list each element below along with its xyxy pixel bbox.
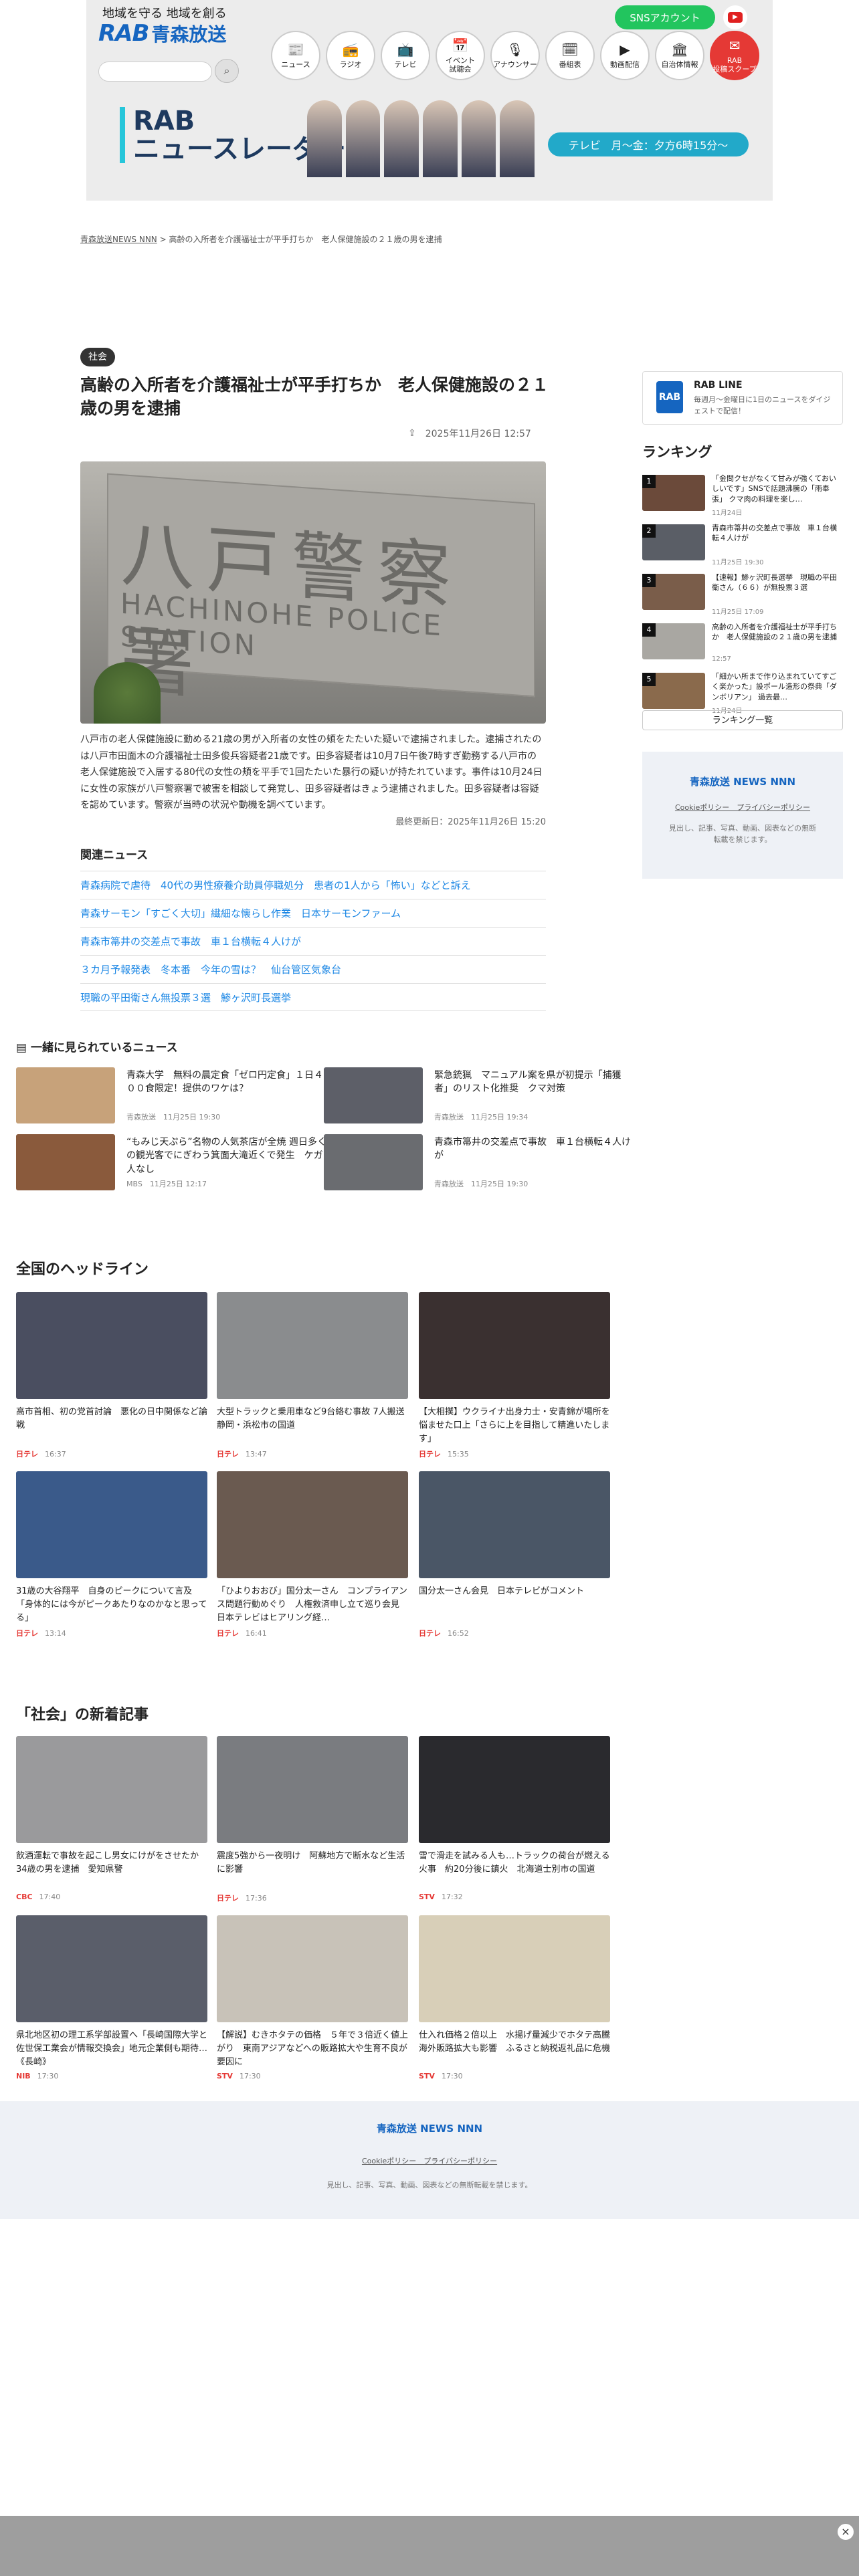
sidebar-footer: 青森放送 NEWS NNN Cookieポリシー プライバシーポリシー 見出し、… — [642, 752, 843, 879]
site-header: 地域を守る 地域を創る RAB 青森放送 ⌕ SNSアカウント ▶ 📰 ニュース … — [86, 0, 773, 201]
headline-card[interactable]: 31歳の大谷翔平 自身のピークについて言及「身体的には今がピークあたりなのかなと… — [16, 1471, 207, 1638]
breadcrumb-separator: > — [159, 235, 167, 244]
related-news-item[interactable]: ３カ月予報発表 冬本番 今年の雪は？ 仙台管区気象台 — [80, 955, 546, 983]
sidebar-copyright: 見出し、記事、写真、動画、図表などの無断転載を禁じます。 — [669, 824, 816, 844]
anchor-photos — [307, 100, 535, 177]
ranking-item[interactable]: 1 「金問クセがなくて甘みが強くておいしいです」SNSで話題沸騰の「雨奉張」 クマ… — [642, 472, 843, 519]
sidebar-footer-logo[interactable]: 青森放送 NEWS NNN — [642, 774, 843, 788]
nav-program-guide[interactable]: 🗓 番組表 — [545, 31, 595, 80]
logo-latin: RAB — [98, 20, 149, 47]
ranking-heading: ランキング — [642, 444, 712, 460]
related-news-item[interactable]: 青森サーモン「すごく大切」繊細な懐らし作業 日本サーモンファーム — [80, 899, 546, 927]
article-updated: 最終更新日：2025年11月26日 15:20 — [395, 817, 546, 827]
nav-video[interactable]: ▶ 動画配信 — [600, 31, 650, 80]
line-logo: RAB — [656, 381, 683, 413]
social-card[interactable]: 雪で滑走を試みる人も…トラックの荷台が燃える火事 約20分後に鎮火 北海道士別市… — [419, 1736, 610, 1901]
footer-copyright: 見出し、記事、写真、動画、図表などの無断転載を禁じます。 — [326, 2181, 533, 2189]
headline-card[interactable]: 「ひよりおおび」国分太一さん コンプライアンス問題行動めぐり 人権救済申し立て巡… — [217, 1471, 408, 1638]
news-icon: 📰 — [287, 41, 304, 58]
banner-schedule: テレビ 月〜金：夕方6時15分〜 — [548, 132, 749, 156]
nav-radio[interactable]: 📻 ラジオ — [326, 31, 375, 80]
ranking-item[interactable]: 2 青森市箒井の交差点で事故 車１台横転４人けが 11月25日 19:30 — [642, 522, 843, 568]
related-news-heading: 関連ニュース — [80, 849, 149, 862]
search-input[interactable] — [98, 62, 212, 82]
social-card[interactable]: 飲酒運転で事故を起こし男女にけがをさせたか 34歳の男を逮捕 愛知県警 CBC 17… — [16, 1736, 207, 1901]
main-nav: 📰 ニュース 📻 ラジオ 📺 テレビ 📅 イベント 試聴会 🎙 アナウンサー 🗓 番組表 ▶… — [271, 31, 759, 80]
footer-logo[interactable]: 青森放送 NEWS NNN — [0, 2121, 859, 2135]
category-badge[interactable]: 社会 — [80, 348, 115, 366]
breadcrumb: 青森放送NEWS NNN > 高齢の入所者を介護福祉士が平手打ちか 老人保健施設… — [80, 233, 442, 245]
ranking-item[interactable]: 3 【速報】鯵ヶ沢町長選挙 現職の平田衛さん（６６）が無投票３選 11月25日 17… — [642, 571, 843, 618]
tv-icon: 📺 — [397, 41, 414, 58]
logo-kanji: 青森放送 — [151, 23, 227, 45]
calendar-icon: 📅 — [452, 37, 469, 53]
line-title: RAB LINE — [694, 380, 743, 391]
breadcrumb-root[interactable]: 青森放送NEWS NNN — [80, 235, 157, 244]
nav-scoop[interactable]: ✉ RAB 投稿スクープ — [710, 31, 759, 80]
close-icon[interactable]: × — [838, 2524, 854, 2540]
social-card[interactable]: 【解説】むきホタテの価格 ５年で３倍近く値上がり 東南アジアなどへの販路拡大や生… — [217, 1915, 408, 2080]
article-date: 2025年11月26日 12:57 — [425, 429, 531, 439]
radio-icon: 📻 — [342, 41, 359, 58]
line-promo[interactable]: RAB RAB LINE 毎週月〜金曜日に1日のニュースをダイジェストで配信！ — [642, 371, 843, 425]
ranking-more-button[interactable]: ランキング一覧 — [642, 710, 843, 730]
sidebar-policy-links[interactable]: Cookieポリシー プライバシーポリシー — [642, 802, 843, 813]
share-icon[interactable]: ⇪ — [408, 428, 416, 439]
page-footer: 青森放送 NEWS NNN Cookieポリシー プライバシーポリシー 見出し、… — [0, 2101, 859, 2219]
microphone-icon: 🎙 — [506, 41, 524, 58]
related-news-item[interactable]: 現職の平田衛さん無投票３選 鯵ヶ沢町長選挙 — [80, 983, 546, 1011]
recommended-heading: ▤ 一緒に見られているニュース — [16, 1041, 178, 1055]
headline-card[interactable]: 大型トラックと乗用車など9台絡む事故 7人搬送 静岡・浜松市の国道 日テレ 13:4… — [217, 1292, 413, 1459]
nav-tv[interactable]: 📺 テレビ — [381, 31, 430, 80]
ranking-list: 1 「金問クセがなくて甘みが強くておいしいです」SNSで話題沸騰の「雨奉張」 クマ… — [642, 472, 843, 720]
nav-news[interactable]: 📰 ニュース — [271, 31, 320, 80]
ranking-item[interactable]: 4 高齢の入所者を介護福祉士が平手打ちか 老人保健施設の２１歳の男を逮捕 12:57 — [642, 621, 843, 667]
headline-card[interactable]: 国分太一さん会見 日本テレビがコメント 日テレ 16:52 — [419, 1471, 610, 1638]
play-icon: ▶ — [619, 41, 630, 58]
search-icon[interactable]: ⌕ — [215, 59, 239, 83]
social-card[interactable]: 仕入れ価格２倍以上 水揚げ量減少でホタテ高騰 海外販路拡大も影響 ふるさと納税返… — [419, 1915, 619, 2080]
breadcrumb-current: 高齢の入所者を介護福祉士が平手打ちか 老人保健施設の２１歳の男を逮捕 — [169, 235, 442, 244]
site-tagline: 地域を守る 地域を創る — [102, 7, 227, 21]
related-news-list: 青森病院で虐待 40代の男性療養介助員停職処分 患者の1人から「怖い」などと訴え… — [80, 871, 546, 1011]
news-radar-banner[interactable]: RAB ニュースレーダー テレビ 月〜金：夕方6時15分〜 — [120, 100, 755, 177]
article-meta: ⇪ 2025年11月26日 12:57 — [408, 427, 531, 440]
footer-policy-links[interactable]: Cookieポリシー プライバシーポリシー — [0, 2155, 859, 2166]
headline-card[interactable]: 高市首相、初の党首討論 悪化の日中関係など論戦 日テレ 16:37 — [16, 1292, 207, 1459]
article-body: 八戸市の老人保健施設に勤める21歳の男が入所者の女性の頬をたたいた疑いで逮捕され… — [80, 734, 543, 811]
mail-icon: ✉ — [729, 37, 741, 53]
sns-account-label: SNSアカウント — [630, 11, 700, 24]
nav-municipal[interactable]: 🏛 自治体情報 — [655, 31, 704, 80]
related-news-item[interactable]: 青森病院で虐待 40代の男性療養介助員停職処分 患者の1人から「怖い」などと訴え — [80, 871, 546, 899]
building-icon: 🏛 — [671, 41, 688, 58]
related-news-item[interactable]: 青森市箒井の交差点で事故 車１台横転４人けが — [80, 927, 546, 955]
social-card[interactable]: 震度5強から一夜明け 阿蘇地方で断水など生活に影響 日テレ 17:36 — [217, 1736, 408, 1903]
schedule-icon: 🗓 — [561, 41, 579, 58]
national-headlines-heading: 全国のヘッドライン — [16, 1261, 149, 1278]
nav-announcers[interactable]: 🎙 アナウンサー — [490, 31, 540, 80]
social-card[interactable]: 県北地区初の理工系学部設置へ「長崎国際大学と佐世保工業会が情報交換会」地元企業側… — [16, 1915, 207, 2080]
line-description: 毎週月〜金曜日に1日のニュースをダイジェストで配信！ — [694, 395, 831, 415]
article-title: 高齢の入所者を介護福祉士が平手打ちか 老人保健施設の２１歳の男を逮捕 — [80, 375, 549, 418]
list-icon: ▤ — [16, 1041, 31, 1055]
recommended-item[interactable]: 青森大学 無料の晨定食「ゼロ円定食」１日４００食限定！提供のワケは？ 青森放送 1… — [16, 1067, 330, 1125]
nav-events[interactable]: 📅 イベント 試聴会 — [436, 31, 485, 80]
recommended-item[interactable]: 緊急銃猟 マニュアル案を県が初提示「捕獲者」のリスト化推奨 クマ対策 青森放送 1… — [324, 1067, 638, 1125]
sns-account-button[interactable]: SNSアカウント — [615, 5, 715, 29]
youtube-icon[interactable]: ▶ — [723, 5, 747, 29]
recommended-item[interactable]: “もみじ天ぷら”名物の人気茶店が全焼 週日多くの観光客でにぎわう箕面大滝近くで発… — [16, 1134, 330, 1192]
social-news-heading: 「社会」の新着記事 — [16, 1707, 149, 1723]
ad-banner[interactable] — [0, 2516, 859, 2576]
article-photo: 八戸警察署 HACHINOHE POLICE STATION — [80, 461, 546, 724]
site-logo[interactable]: RAB 青森放送 — [98, 20, 226, 47]
headline-card[interactable]: 【大相撲】ウクライナ出身力士・安青錦が場所を悩ませた口上「さらに上を目指して精進… — [419, 1292, 610, 1459]
recommended-item[interactable]: 青森市箒井の交差点で事故 車１台横転４人けが 青森放送 11月25日 19:30 — [324, 1134, 638, 1192]
